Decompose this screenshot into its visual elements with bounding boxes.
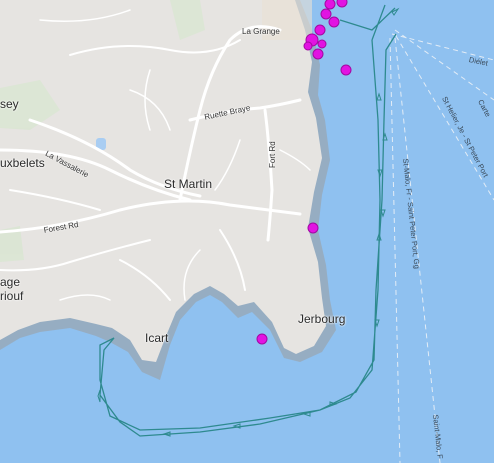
vessel-marker	[256, 333, 268, 345]
vessel-marker	[317, 39, 327, 49]
road-label-fort-rd: Fort Rd	[268, 141, 277, 168]
place-label-icart: Icart	[145, 331, 169, 345]
island-land	[0, 0, 326, 362]
map-view[interactable]: La Grange sey uxbelets St Martin age rio…	[0, 0, 494, 463]
vessel-marker	[320, 8, 332, 20]
map-canvas[interactable]	[0, 0, 494, 463]
vessel-marker	[312, 48, 324, 60]
vessel-marker	[303, 41, 313, 51]
vessel-marker	[336, 0, 348, 8]
place-label-age: age	[0, 275, 21, 289]
place-label-riouf: riouf	[0, 289, 24, 303]
vessel-marker	[307, 222, 319, 234]
place-label-jerbourg: Jerbourg	[298, 312, 346, 326]
vessel-marker	[328, 16, 340, 28]
place-label-uxbelets: uxbelets	[0, 156, 45, 170]
vessel-marker	[340, 64, 352, 76]
place-label-sey: sey	[0, 97, 19, 111]
vessel-marker	[314, 24, 326, 36]
place-label-la-grange: La Grange	[242, 27, 280, 36]
place-label-st-martin: St Martin	[164, 177, 213, 191]
vessel-marker	[324, 0, 336, 10]
